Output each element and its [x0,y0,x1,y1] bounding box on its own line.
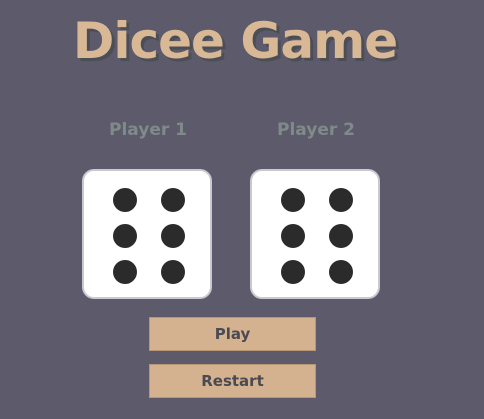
die-pip [281,188,305,212]
die-pip [281,224,305,248]
die-pip [113,188,137,212]
die-pip [329,224,353,248]
die-pip [281,260,305,284]
player-1-die [82,169,212,299]
player-2-die [250,169,380,299]
player-1-label: Player 1 [109,120,187,140]
restart-button[interactable]: Restart [149,364,316,398]
game-page: Dicee Game Player 1 Player 2 Play Restar… [0,0,484,419]
die-pip [161,188,185,212]
play-button[interactable]: Play [149,317,316,351]
die-pip [161,260,185,284]
die-pip [329,188,353,212]
die-pip [161,224,185,248]
player-2-label: Player 2 [277,120,355,140]
die-pip [329,260,353,284]
page-title: Dicee Game [72,12,398,70]
die-pip [113,260,137,284]
die-pip [113,224,137,248]
